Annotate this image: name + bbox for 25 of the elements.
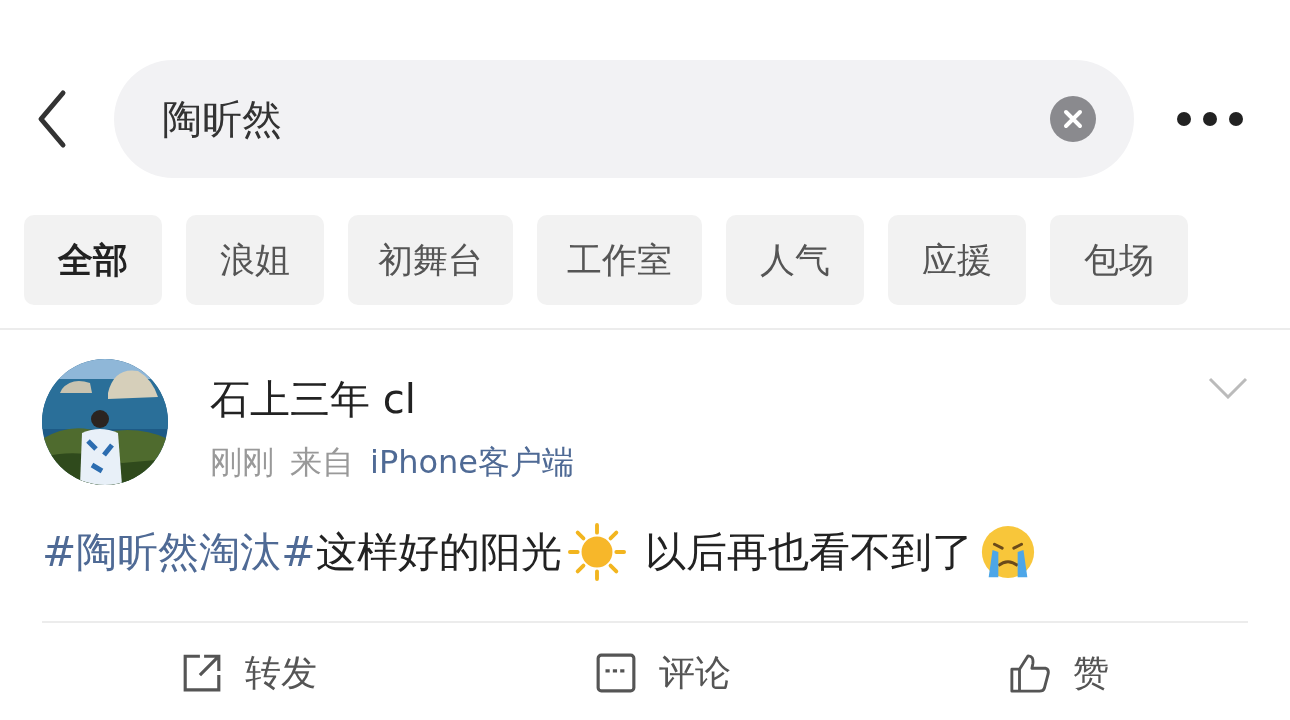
share-icon[interactable] [181,652,223,694]
back-icon[interactable] [36,89,68,149]
action-label[interactable]: 转发 [245,648,317,698]
filter-tab[interactable]: 初舞台 [348,215,513,305]
filter-tab[interactable]: 人气 [726,215,864,305]
author-name[interactable]: 石上三年 cl [210,372,1208,427]
action-label[interactable]: 评论 [659,648,731,698]
post-time: 刚刚 [210,442,274,483]
clear-icon[interactable] [1050,96,1096,142]
post-text: 这样好的阳光 [315,526,562,578]
hashtag-link[interactable]: #陶昕然淘汰# [42,524,316,580]
filter-tab[interactable]: 应援 [888,215,1026,305]
filter-tab[interactable]: 浪姐 [186,215,324,305]
filter-tab[interactable]: 全部 [24,215,162,305]
source-label: 来自 [290,442,354,483]
filter-tab[interactable]: 包场 [1050,215,1188,305]
search-field[interactable]: 陶昕然 [114,60,1134,178]
post-text: 以后再也看不到了 [643,526,973,578]
action-label[interactable]: 赞 [1073,648,1109,698]
more-icon[interactable] [1176,111,1244,127]
source-link[interactable]: iPhone客户端 [370,441,574,485]
sun-icon [567,523,626,581]
comment-icon[interactable] [595,652,637,694]
filter-tab[interactable]: 工作室 [537,215,702,305]
thumbs-up-icon[interactable] [1009,652,1051,694]
